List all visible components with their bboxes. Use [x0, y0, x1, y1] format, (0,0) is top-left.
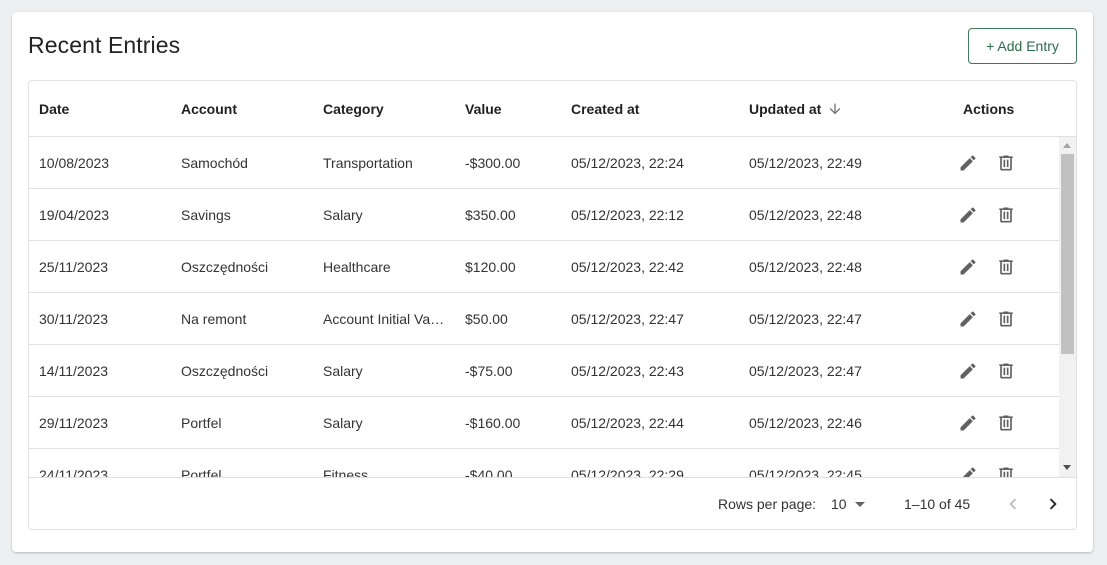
previous-page-button[interactable]	[999, 490, 1027, 518]
pencil-icon[interactable]	[956, 307, 980, 331]
cell-account: Portfel	[181, 467, 222, 477]
cell-value: -$40.00	[465, 467, 513, 477]
cell-category: Account Initial Value	[323, 311, 447, 327]
cell-created-at: 05/12/2023, 22:29	[571, 467, 684, 477]
cell-created-at: 05/12/2023, 22:42	[571, 259, 684, 275]
cell-created-at: 05/12/2023, 22:43	[571, 363, 684, 379]
trash-icon[interactable]	[994, 359, 1018, 383]
cell-account: Savings	[181, 207, 231, 223]
cell-updated-at: 05/12/2023, 22:48	[749, 259, 862, 275]
cell-updated-at: 05/12/2023, 22:47	[749, 311, 862, 327]
entries-table: Date Account Category Value Created at U…	[28, 80, 1077, 530]
cell-account: Na remont	[181, 311, 247, 327]
cell-created-at: 05/12/2023, 22:44	[571, 415, 684, 431]
cell-category: Fitness	[323, 467, 369, 477]
pencil-icon[interactable]	[956, 463, 980, 477]
column-header-date[interactable]: Date	[39, 81, 69, 137]
cell-value: -$300.00	[465, 155, 521, 171]
pencil-icon[interactable]	[956, 411, 980, 435]
cell-category: Healthcare	[323, 259, 391, 275]
table-body: 10/08/2023 Samochód Transportation -$300.00…	[29, 137, 1059, 477]
cell-value: -$75.00	[465, 363, 513, 379]
cell-date: 29/11/2023	[39, 415, 109, 431]
table-row[interactable]: 14/11/2023 Oszczędności Salary -$75.00 05/12…	[29, 345, 1059, 397]
cell-date: 19/04/2023	[39, 207, 110, 223]
pencil-icon[interactable]	[956, 151, 980, 175]
cell-account: Samochód	[181, 155, 248, 171]
scroll-thumb[interactable]	[1061, 154, 1074, 354]
column-header-created-at[interactable]: Created at	[571, 81, 639, 137]
pencil-icon[interactable]	[956, 359, 980, 383]
cell-value: $120.00	[465, 259, 516, 275]
trash-icon[interactable]	[994, 151, 1018, 175]
cell-category: Salary	[323, 207, 363, 223]
next-page-button[interactable]	[1039, 490, 1067, 518]
trash-icon[interactable]	[994, 411, 1018, 435]
cell-created-at: 05/12/2023, 22:12	[571, 207, 684, 223]
cell-category: Transportation	[323, 155, 413, 171]
cell-date: 24/11/2023	[39, 467, 109, 477]
column-header-updated-at[interactable]: Updated at	[749, 81, 843, 137]
cell-account: Oszczędności	[181, 259, 269, 275]
cell-date: 14/11/2023	[39, 363, 109, 379]
recent-entries-card: Recent Entries + Add Entry Date Account …	[12, 12, 1093, 552]
cell-value: -$160.00	[465, 415, 521, 431]
cell-updated-at: 05/12/2023, 22:48	[749, 207, 862, 223]
cell-created-at: 05/12/2023, 22:47	[571, 311, 684, 327]
rows-per-page-select[interactable]: 10	[831, 492, 865, 516]
table-header: Date Account Category Value Created at U…	[29, 81, 1076, 137]
scroll-up-arrow-icon[interactable]	[1063, 143, 1071, 148]
cell-value: $50.00	[465, 311, 508, 327]
cell-category: Salary	[323, 363, 363, 379]
vertical-scrollbar[interactable]	[1059, 137, 1076, 477]
cell-updated-at: 05/12/2023, 22:47	[749, 363, 862, 379]
column-header-actions: Actions	[963, 101, 1015, 117]
column-header-value[interactable]: Value	[465, 81, 502, 137]
column-header-category[interactable]: Category	[323, 81, 384, 137]
trash-icon[interactable]	[994, 307, 1018, 331]
trash-icon[interactable]	[994, 463, 1018, 477]
cell-account: Oszczędności	[181, 363, 269, 379]
cell-updated-at: 05/12/2023, 22:49	[749, 155, 862, 171]
add-entry-button[interactable]: + Add Entry	[968, 28, 1077, 64]
table-row[interactable]: 24/11/2023 Portfel Fitness -$40.00 05/12/202…	[29, 449, 1059, 477]
scroll-down-arrow-icon[interactable]	[1063, 465, 1071, 470]
cell-updated-at: 05/12/2023, 22:46	[749, 415, 862, 431]
rows-per-page-label: Rows per page:	[718, 496, 817, 512]
column-header-updated-at-label: Updated at	[749, 101, 822, 117]
pencil-icon[interactable]	[956, 255, 980, 279]
rows-per-page-value: 10	[831, 496, 847, 512]
cell-date: 30/11/2023	[39, 311, 109, 327]
cell-updated-at: 05/12/2023, 22:45	[749, 467, 862, 477]
trash-icon[interactable]	[994, 203, 1018, 227]
chevron-left-icon	[1009, 498, 1017, 510]
table-row[interactable]: 19/04/2023 Savings Salary $350.00 05/12/2023…	[29, 189, 1059, 241]
page-title: Recent Entries	[28, 32, 181, 58]
cell-date: 25/11/2023	[39, 259, 109, 275]
cell-account: Portfel	[181, 415, 222, 431]
table-row[interactable]: 25/11/2023 Oszczędności Healthcare $120.00 0…	[29, 241, 1059, 293]
pencil-icon[interactable]	[956, 203, 980, 227]
arrow-down-icon[interactable]	[827, 101, 843, 117]
chevron-right-icon	[1049, 498, 1057, 510]
table-row[interactable]: 10/08/2023 Samochód Transportation -$300.00…	[29, 137, 1059, 189]
pagination-range: 1–10 of 45	[904, 496, 971, 512]
table-row[interactable]: 30/11/2023 Na remont Account Initial Value…	[29, 293, 1059, 345]
cell-value: $350.00	[465, 207, 516, 223]
caret-down-icon	[854, 501, 865, 507]
cell-created-at: 05/12/2023, 22:24	[571, 155, 684, 171]
table-pagination: Rows per page: 10 1–10 of 45	[29, 477, 1076, 529]
cell-category: Salary	[323, 415, 363, 431]
column-header-account[interactable]: Account	[181, 81, 237, 137]
trash-icon[interactable]	[994, 255, 1018, 279]
table-row[interactable]: 29/11/2023 Portfel Salary -$160.00 05/12/202…	[29, 397, 1059, 449]
cell-date: 10/08/2023	[39, 155, 110, 171]
